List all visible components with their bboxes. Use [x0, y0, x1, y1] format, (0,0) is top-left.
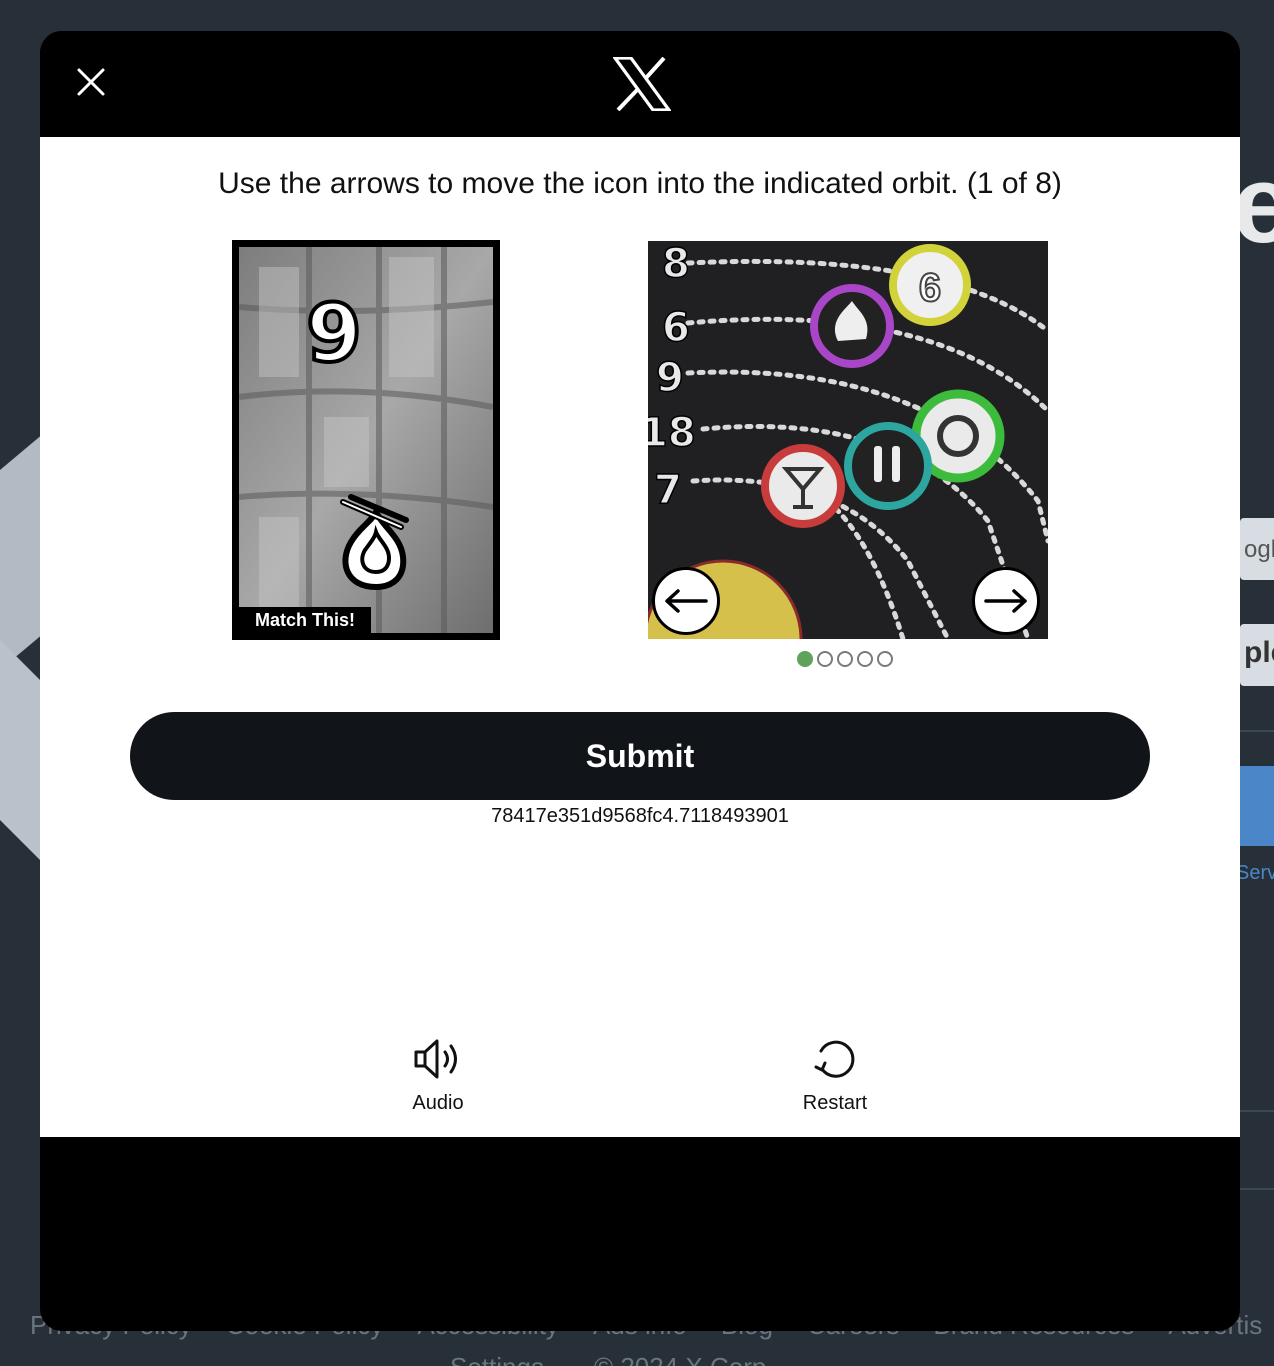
background-divider	[1240, 1188, 1274, 1190]
next-arrow-button[interactable]	[972, 567, 1040, 635]
orbit-label: 9	[656, 355, 684, 401]
orbit-label: 6	[662, 305, 690, 351]
previous-arrow-button[interactable]	[652, 567, 720, 635]
orbit-label: 7	[654, 467, 682, 513]
close-button[interactable]	[76, 67, 106, 97]
background-divider	[1240, 730, 1274, 732]
background-divider	[1240, 1110, 1274, 1112]
pagination-dot[interactable]	[857, 651, 873, 667]
match-this-label: Match This!	[239, 607, 372, 633]
audio-label: Audio	[412, 1092, 464, 1114]
captcha-modal: Use the arrows to move the icon into the…	[40, 31, 1240, 1331]
pagination-dot[interactable]	[877, 651, 893, 667]
orbit-puzzle-image: 8 6 9 18 7 6	[648, 241, 1048, 639]
background-google-button: ogl	[1240, 518, 1274, 580]
submit-button[interactable]: Submit	[130, 712, 1150, 800]
pagination-dot[interactable]	[837, 651, 853, 667]
background-footer-links-row-2: Settings © 2024 X Corp.	[450, 1352, 774, 1366]
speaker-icon	[414, 1039, 457, 1079]
planet-purple	[810, 284, 894, 368]
pagination-dot[interactable]	[817, 651, 833, 667]
orbit-label: 18	[648, 410, 696, 456]
match-image: 9 Match This!	[239, 247, 493, 633]
footer-link: Settings	[450, 1352, 544, 1366]
match-card: 9 Match This!	[232, 240, 500, 640]
pagination-dot-active[interactable]	[797, 651, 813, 667]
svg-text:6: 6	[919, 266, 941, 310]
restart-icon	[814, 1040, 855, 1078]
orbit-label: 8	[662, 241, 690, 287]
restart-label: Restart	[802, 1092, 868, 1114]
pagination-dots	[797, 651, 893, 667]
background-terms-link: Serv	[1236, 862, 1274, 884]
background-apple-button: ple	[1240, 624, 1274, 686]
x-logo-icon	[613, 57, 671, 111]
modal-header	[40, 31, 1240, 137]
captcha-instruction: Use the arrows to move the icon into the…	[218, 167, 1062, 200]
arrow-right-icon	[984, 589, 1027, 613]
planet-teal	[844, 422, 932, 510]
audio-button[interactable]: Audio	[378, 1037, 498, 1115]
match-orbit-number: 9	[304, 285, 364, 382]
session-id-text: 78417e351d9568fc4.7118493901	[491, 805, 789, 827]
captcha-body: Use the arrows to move the icon into the…	[40, 137, 1240, 1137]
planet-red	[761, 444, 845, 528]
close-icon	[77, 68, 105, 96]
restart-button[interactable]: Restart	[775, 1037, 895, 1115]
match-target-icon	[340, 494, 409, 591]
arrow-left-icon	[665, 589, 708, 613]
footer-copyright: © 2024 X Corp.	[594, 1352, 774, 1366]
background-create-account-button	[1240, 766, 1274, 846]
planet-yellow: 6	[889, 244, 971, 326]
